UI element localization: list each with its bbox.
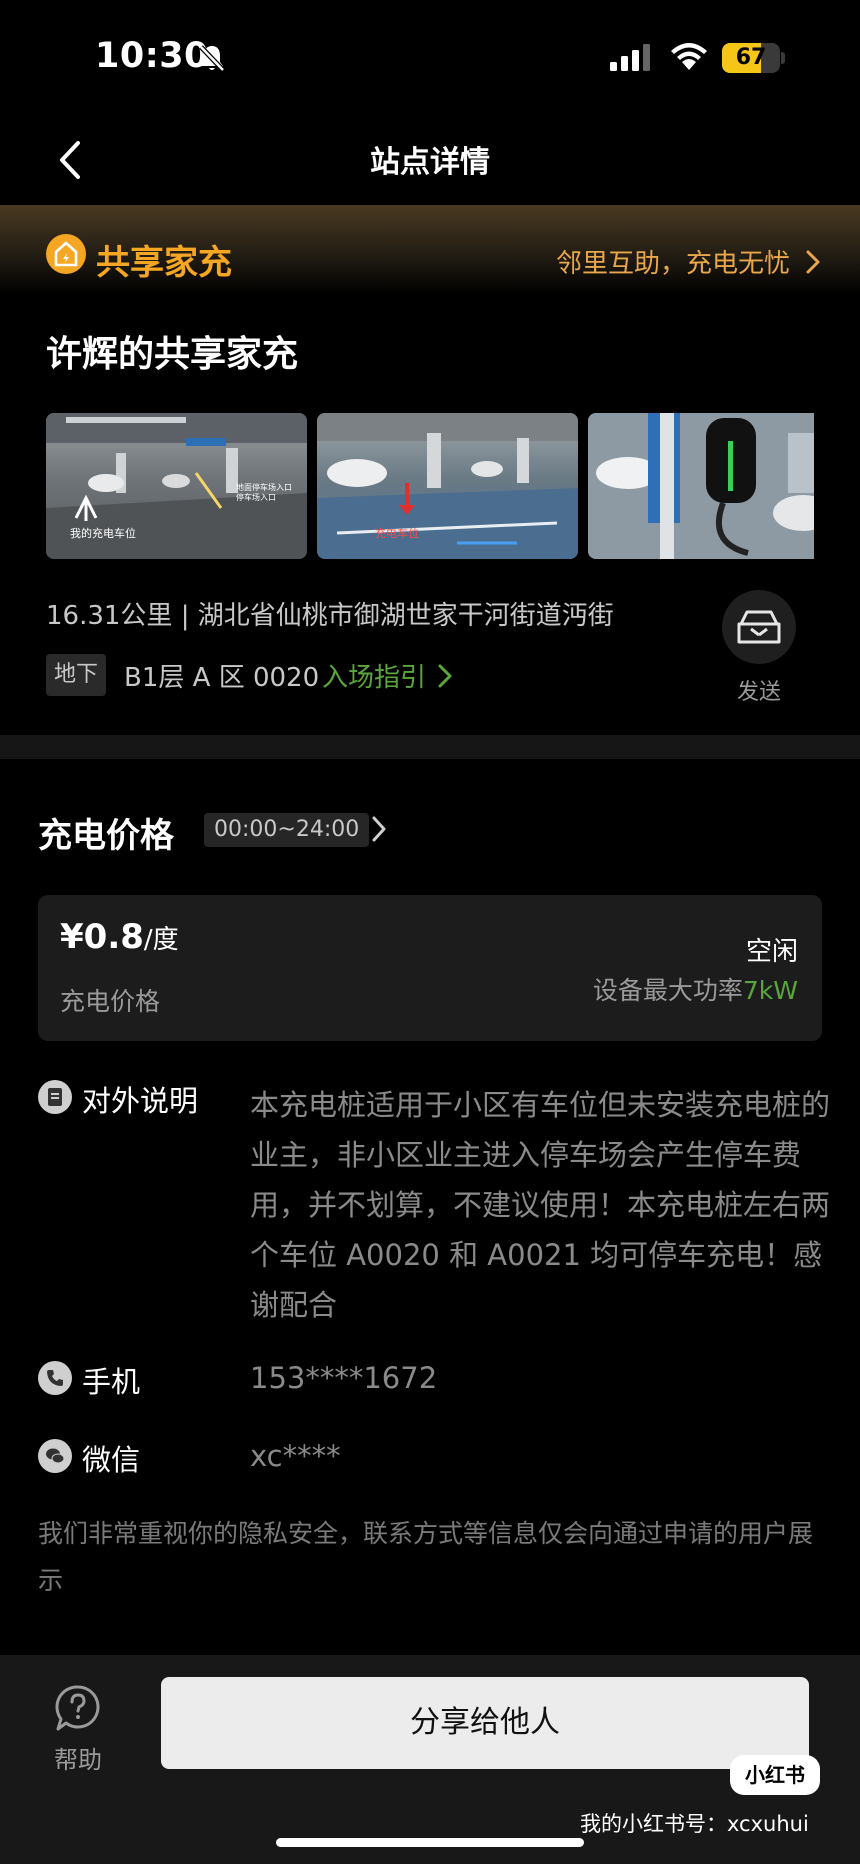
privacy-note: 我们非常重视你的隐私安全，联系方式等信息仅会向通过申请的用户展示 — [38, 1519, 814, 1595]
photo-caption: 地面停车场入口 停车场入口 — [236, 483, 292, 502]
entry-guide-label: 入场指引 — [322, 663, 427, 693]
home-charge-logo-icon — [46, 234, 86, 274]
bell-slash-icon — [199, 45, 225, 72]
chevron-right-icon — [806, 250, 820, 273]
send-label: 发送 — [736, 680, 781, 705]
charger-status: 空闲 — [745, 937, 798, 967]
chevron-right-icon[interactable] — [372, 816, 386, 842]
back-button[interactable] — [52, 137, 92, 183]
home-indicator[interactable] — [276, 1838, 584, 1847]
price-card: ¥0.8/度 充电价格 空闲 设备最大功率7kW — [38, 895, 822, 1041]
max-power: 设备最大功率7kW — [593, 971, 798, 1007]
price-label: 充电价格 — [60, 987, 161, 1016]
car-icon — [737, 610, 781, 644]
wechat-value: xc**** — [250, 1439, 341, 1473]
photo-caption: 充电车位 — [375, 527, 419, 540]
station-photos[interactable]: 我的充电车位 地面停车场入口 停车场入口 充电车位 — [46, 413, 814, 559]
parking-spot: B1层 A 区 0020 — [124, 663, 320, 693]
entry-guide-link[interactable]: 入场指引 — [322, 657, 452, 694]
floor-tag: 地下 — [46, 654, 107, 696]
help-icon — [55, 1685, 100, 1731]
price-amount: ¥0.8 — [60, 917, 144, 957]
chevron-right-icon — [438, 664, 452, 687]
banner-title: 共享家充 — [96, 243, 232, 283]
station-photo[interactable]: 我的充电车位 地面停车场入口 停车场入口 — [46, 413, 307, 559]
phone-label: 手机 — [82, 1365, 141, 1399]
station-photo[interactable] — [588, 413, 814, 559]
max-power-label: 设备最大功率 — [592, 976, 743, 1005]
share-button[interactable]: 分享给他人 — [161, 1677, 809, 1769]
station-address: 16.31公里 | 湖北省仙桃市御湖世家干河街道沔街 — [46, 601, 614, 631]
nav-bar: 站点详情 — [0, 115, 860, 205]
station-photo[interactable]: 充电车位 — [317, 413, 578, 559]
help-label: 帮助 — [54, 1746, 102, 1774]
battery-percent: 67 — [735, 45, 767, 70]
wechat-icon — [38, 1439, 72, 1473]
signal-icon — [610, 44, 650, 71]
page-title: 站点详情 — [370, 145, 490, 180]
price-unit: /度 — [143, 925, 179, 955]
document-icon — [38, 1080, 72, 1114]
price-value: ¥0.8/度 — [60, 917, 179, 957]
status-bar: 10:30 67 — [0, 0, 860, 115]
phone-value: 153****1672 — [250, 1361, 438, 1395]
description-label: 对外说明 — [82, 1084, 199, 1118]
description-text: 本充电桩适用于小区有车位但未安装充电桩的业主，非小区业主进入停车场会产生停车费用… — [250, 1088, 831, 1322]
section-divider — [0, 735, 860, 759]
photo-caption: 我的充电车位 — [70, 527, 136, 540]
send-to-car-button[interactable] — [722, 590, 796, 664]
price-time-range[interactable]: 00:00~24:00 — [204, 813, 370, 847]
status-time: 10:30 — [95, 36, 209, 76]
station-name: 许辉的共享家充 — [46, 334, 299, 375]
wechat-label: 微信 — [82, 1443, 141, 1477]
battery-icon: 67 — [722, 43, 780, 73]
watermark-text: 我的小红书号：xcxuhui — [580, 1812, 809, 1836]
battery-cap — [781, 52, 785, 64]
xiaohongshu-logo: 小红书 — [730, 1755, 820, 1795]
banner-link[interactable]: 邻里互助，充电无忧 — [556, 243, 820, 280]
banner-link-text: 邻里互助，充电无忧 — [555, 249, 790, 279]
wifi-icon — [671, 43, 707, 70]
phone-icon — [38, 1361, 72, 1395]
max-power-value: 7kW — [742, 976, 798, 1005]
shared-charging-banner[interactable]: 共享家充 邻里互助，充电无忧 — [0, 205, 860, 295]
price-heading: 充电价格 — [38, 816, 174, 856]
help-button[interactable]: 帮助 — [38, 1683, 118, 1783]
